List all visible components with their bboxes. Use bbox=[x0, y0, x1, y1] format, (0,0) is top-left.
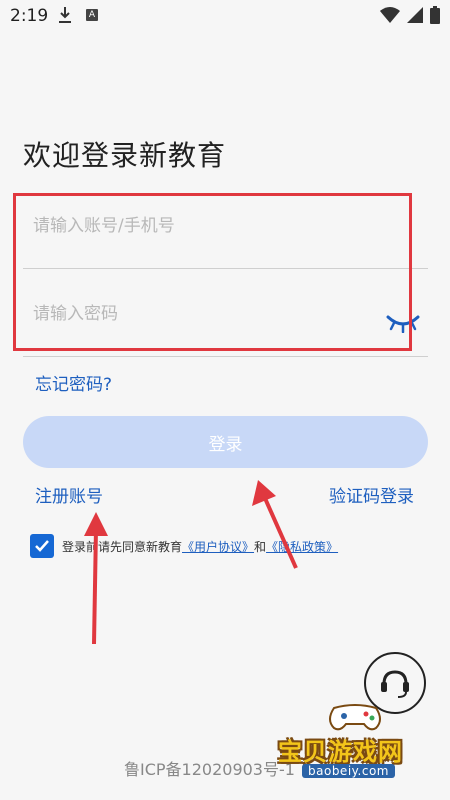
login-button[interactable]: 登录 bbox=[23, 416, 428, 468]
register-link[interactable]: 注册账号 bbox=[35, 482, 103, 507]
watermark-title: 宝贝游戏网 bbox=[278, 738, 403, 766]
agreement-row: 登录前请先同意新教育 《用户协议》 和 《隐私政策》 bbox=[30, 534, 338, 558]
password-input[interactable] bbox=[31, 298, 375, 330]
username-input[interactable] bbox=[31, 210, 375, 242]
eye-closed-icon[interactable] bbox=[386, 313, 420, 333]
password-field-row bbox=[23, 268, 428, 357]
status-bar: 2:19 A bbox=[0, 0, 450, 32]
forgot-password-link[interactable]: 忘记密码? bbox=[35, 370, 112, 395]
wifi-icon bbox=[380, 7, 400, 23]
annotation-arrow-left bbox=[84, 512, 108, 645]
user-agreement-link[interactable]: 《用户协议》 bbox=[182, 538, 254, 555]
a-box-icon: A bbox=[86, 9, 98, 21]
signal-icon bbox=[407, 7, 423, 23]
battery-icon bbox=[430, 6, 440, 24]
agreement-checkbox[interactable] bbox=[30, 534, 54, 558]
agreement-and: 和 bbox=[254, 539, 267, 554]
status-time: 2:19 bbox=[10, 6, 49, 26]
watermark-domain: baobeiy.com bbox=[302, 764, 395, 778]
download-icon bbox=[59, 7, 71, 23]
icp-text: 鲁ICP备12020903号-1 bbox=[124, 760, 295, 779]
page-title: 欢迎登录新教育 bbox=[23, 139, 227, 172]
check-icon bbox=[35, 540, 49, 552]
headset-icon bbox=[381, 670, 409, 698]
customer-support-button[interactable] bbox=[364, 652, 426, 714]
sms-login-link[interactable]: 验证码登录 bbox=[329, 482, 414, 507]
username-field-row bbox=[23, 180, 428, 269]
privacy-policy-link[interactable]: 《隐私政策》 bbox=[266, 538, 338, 555]
watermark-logo: 宝贝游戏网 baobeiy.com bbox=[272, 702, 442, 782]
agreement-prefix: 登录前请先同意新教育 bbox=[62, 539, 183, 554]
status-right-icons bbox=[380, 6, 440, 24]
